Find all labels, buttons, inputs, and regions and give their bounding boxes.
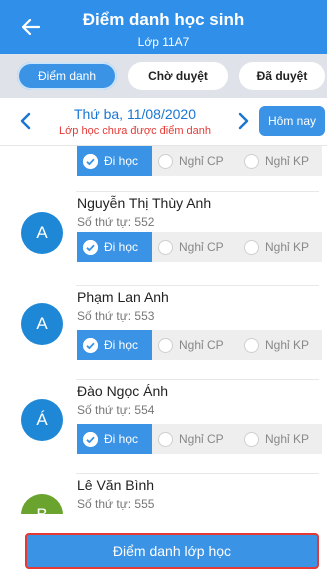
tab-bar: Điểm danh Chờ duyệt Đã duyệt: [0, 54, 327, 98]
attendance-status: Lớp học chưa được điểm danh: [58, 125, 212, 137]
attendance-options: Đi học Nghỉ CP Nghỉ KP: [77, 424, 322, 454]
radio-icon: [244, 337, 259, 353]
option-unexcused[interactable]: Nghỉ KP: [238, 232, 322, 262]
check-circle-icon: [83, 431, 98, 447]
option-label: Nghỉ KP: [265, 154, 310, 168]
radio-icon: [158, 431, 173, 447]
chevron-right-icon[interactable]: [235, 111, 251, 131]
check-circle-icon: [83, 239, 98, 255]
student-name: Nguyễn Thị Thùy Anh: [77, 195, 212, 211]
option-label: Đi học: [104, 154, 139, 168]
chevron-left-icon[interactable]: [18, 111, 34, 131]
avatar: Á: [21, 399, 63, 441]
option-label: Nghỉ CP: [179, 432, 224, 446]
footer-bar: Điểm danh lớp học: [0, 514, 327, 574]
student-item: A Phạm Lan Anh Số thứ tự: 553 Đi học Ngh…: [0, 286, 327, 380]
option-present[interactable]: Đi học: [77, 232, 152, 262]
option-unexcused[interactable]: Nghỉ KP: [238, 146, 322, 176]
radio-icon: [244, 431, 259, 447]
option-excused[interactable]: Nghỉ CP: [152, 232, 238, 262]
student-name: Phạm Lan Anh: [77, 289, 169, 305]
attendance-options: Đi học Nghỉ CP Nghỉ KP: [77, 232, 322, 262]
option-label: Đi học: [104, 432, 139, 446]
tab-diem-danh[interactable]: Điểm danh: [17, 62, 117, 90]
radio-icon: [158, 239, 173, 255]
option-label: Nghỉ CP: [179, 154, 224, 168]
option-label: Nghỉ KP: [265, 338, 310, 352]
option-excused[interactable]: Nghỉ CP: [152, 424, 238, 454]
selected-date[interactable]: Thứ ba, 11/08/2020: [40, 106, 230, 122]
option-excused[interactable]: Nghỉ CP: [152, 146, 238, 176]
option-present[interactable]: Đi học: [77, 330, 152, 360]
student-number: Số thứ tự: 555: [77, 497, 155, 511]
option-label: Nghỉ CP: [179, 240, 224, 254]
submit-attendance-button[interactable]: Điểm danh lớp học: [25, 533, 319, 569]
option-present[interactable]: Đi học: [77, 424, 152, 454]
student-item: B Lê Văn Bình Số thứ tự: 555: [0, 474, 327, 514]
student-item: Đi học Nghỉ CP Nghỉ KP: [0, 146, 327, 192]
student-number: Số thứ tự: 553: [77, 309, 155, 323]
page-title: Điểm danh học sinh: [82, 10, 245, 29]
class-name: Lớp 11A7: [137, 35, 190, 49]
option-label: Nghỉ CP: [179, 338, 224, 352]
option-unexcused[interactable]: Nghỉ KP: [238, 330, 322, 360]
student-item: A Nguyễn Thị Thùy Anh Số thứ tự: 552 Đi …: [0, 192, 327, 286]
option-label: Nghỉ KP: [265, 432, 310, 446]
attendance-options: Đi học Nghỉ CP Nghỉ KP: [77, 146, 322, 176]
student-number: Số thứ tự: 554: [77, 403, 155, 417]
radio-icon: [158, 337, 173, 353]
option-excused[interactable]: Nghỉ CP: [152, 330, 238, 360]
tab-cho-duyet[interactable]: Chờ duyệt: [128, 62, 228, 90]
radio-icon: [244, 153, 259, 169]
today-button[interactable]: Hôm nay: [259, 106, 325, 136]
date-navigator: Thứ ba, 11/08/2020 Lớp học chưa được điể…: [0, 98, 327, 146]
student-item: Á Đào Ngọc Ánh Số thứ tự: 554 Đi học Ngh…: [0, 380, 327, 474]
option-present[interactable]: Đi học: [77, 146, 152, 176]
radio-icon: [244, 239, 259, 255]
avatar: A: [21, 212, 63, 254]
radio-icon: [158, 153, 173, 169]
avatar: A: [21, 303, 63, 345]
option-unexcused[interactable]: Nghỉ KP: [238, 424, 322, 454]
option-label: Đi học: [104, 338, 139, 352]
tab-da-duyet[interactable]: Đã duyệt: [239, 62, 325, 90]
student-name: Lê Văn Bình: [77, 477, 155, 493]
app-header: Điểm danh học sinh Lớp 11A7: [0, 0, 327, 54]
student-name: Đào Ngọc Ánh: [77, 383, 169, 399]
avatar: B: [21, 494, 63, 514]
student-list[interactable]: Đi học Nghỉ CP Nghỉ KP A Nguyễn Thị Thùy…: [0, 146, 327, 514]
option-label: Đi học: [104, 240, 139, 254]
attendance-options: Đi học Nghỉ CP Nghỉ KP: [77, 330, 322, 360]
check-circle-icon: [83, 153, 98, 169]
check-circle-icon: [83, 337, 98, 353]
option-label: Nghỉ KP: [265, 240, 310, 254]
student-number: Số thứ tự: 552: [77, 215, 155, 229]
